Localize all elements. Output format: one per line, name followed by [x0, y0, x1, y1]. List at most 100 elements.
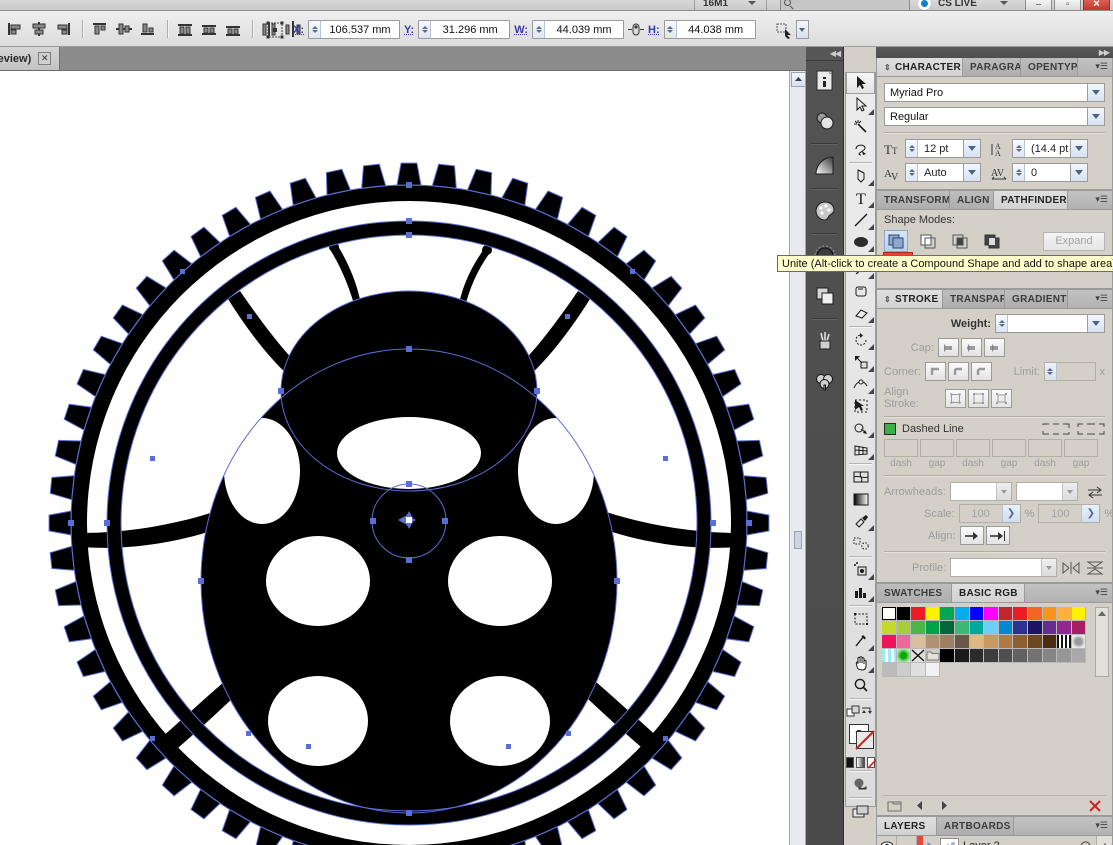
swatch-1-13[interactable] [882, 635, 897, 649]
swatch-3-13[interactable] [911, 663, 926, 677]
swatch-3-3[interactable] [969, 649, 985, 663]
chevron-right-icon[interactable]: ▶▶ [1099, 48, 1110, 57]
swatch-0-3[interactable] [925, 607, 941, 621]
miter-join-button[interactable] [924, 362, 946, 381]
blob-brush-tool[interactable] [846, 280, 875, 302]
tab-transform[interactable]: TRANSFORM [877, 191, 950, 209]
swatch-2-13[interactable] [896, 649, 912, 663]
swatch-1-10[interactable] [1042, 621, 1058, 635]
swatch-1-1[interactable] [911, 621, 926, 635]
gap-field-2[interactable]: gap [992, 439, 1026, 469]
align-center-horizontal-icon[interactable] [28, 18, 50, 40]
flip-profile-vertical-icon[interactable] [1085, 560, 1105, 576]
dash-adjust-icon[interactable] [1077, 423, 1105, 435]
swatches-grid[interactable] [882, 607, 1087, 677]
chevron-down-icon[interactable] [963, 140, 980, 157]
layer-expand-arrow[interactable] [923, 841, 936, 845]
profile-select[interactable] [950, 558, 1057, 577]
swatch-3-10[interactable] [1071, 649, 1087, 663]
swatch-0-4[interactable] [940, 607, 955, 621]
column-graph-tool[interactable] [846, 581, 875, 603]
swatches-scrollbar[interactable] [1095, 607, 1109, 677]
swatch-3-7[interactable] [1027, 649, 1043, 663]
close-button[interactable]: ✕ [1083, 0, 1110, 10]
right-dock-header[interactable]: ▶▶ [876, 47, 1113, 58]
swatch-1-9[interactable] [1027, 621, 1043, 635]
free-transform-tool[interactable] [846, 395, 875, 417]
panel-menu-icon[interactable]: ▾☰ [1095, 195, 1108, 204]
swatch-1-0[interactable] [896, 621, 912, 635]
tab-layers[interactable]: LAYERS [877, 817, 937, 835]
font-style-select[interactable]: Regular [884, 107, 1105, 126]
swatch-1-8[interactable] [1013, 621, 1028, 635]
layers-scrollbar-up[interactable] [1096, 835, 1112, 845]
color-guide-icon[interactable] [806, 191, 844, 231]
blend-tool[interactable] [846, 532, 875, 554]
swatch-0-8[interactable] [998, 607, 1014, 621]
swatch-3-11[interactable] [882, 663, 897, 677]
font-size-field[interactable]: 12 pt [905, 139, 981, 158]
y-field[interactable]: 31.296 mm [418, 20, 511, 39]
swatch-3-5[interactable] [998, 649, 1014, 663]
mesh-tool[interactable] [846, 466, 875, 488]
swatch-2-9[interactable] [1042, 635, 1058, 649]
brushes-icon[interactable] [806, 321, 844, 361]
default-fill-stroke-icon[interactable] [846, 701, 860, 723]
place-arrow-at-end-button[interactable] [985, 526, 1010, 545]
align-top-icon[interactable] [89, 18, 111, 40]
layer-row-1[interactable]: Layer 2 [877, 835, 1112, 845]
none-icon[interactable] [866, 757, 879, 769]
magic-wand-tool[interactable] [846, 116, 875, 138]
selection-tool[interactable] [846, 72, 875, 94]
swatch-0-6[interactable] [969, 607, 985, 621]
next-swatch-icon[interactable] [937, 799, 951, 812]
arrow-scale-start-field[interactable]: 100 ❯ [958, 504, 1021, 523]
cs-live-label[interactable]: CS LIVE [938, 0, 977, 9]
drawing-modes-icon[interactable] [846, 773, 875, 795]
swatch-3-0[interactable] [925, 649, 941, 663]
graphic-styles-icon[interactable] [806, 361, 844, 401]
swatch-2-10[interactable] [1057, 635, 1072, 649]
w-field[interactable]: 44.039 mm [532, 20, 625, 39]
round-cap-button[interactable] [961, 338, 982, 357]
swatch-1-5[interactable] [969, 621, 985, 635]
swatch-2-11[interactable] [1071, 635, 1087, 649]
gradient-tool[interactable] [846, 488, 875, 510]
direct-selection-tool[interactable] [846, 94, 875, 116]
dashed-line-checkbox[interactable] [884, 423, 896, 435]
tracking-stepper[interactable] [1013, 164, 1025, 181]
h-stepper[interactable] [664, 21, 677, 38]
dash-field-2[interactable]: dash [956, 439, 990, 469]
swatch-2-5[interactable] [984, 635, 999, 649]
swatch-0-0[interactable] [882, 607, 897, 621]
scroll-up-button[interactable] [791, 72, 806, 87]
artboard-tool[interactable] [846, 608, 875, 630]
panel-menu-icon[interactable]: ▾☰ [1095, 294, 1108, 303]
document-tab[interactable]: Preview) ✕ [0, 47, 61, 70]
chevron-down-icon[interactable] [1070, 140, 1087, 157]
chevron-down-icon[interactable] [1087, 84, 1104, 101]
kerning-field[interactable]: Auto [905, 163, 981, 182]
miter-limit-field[interactable] [1043, 362, 1096, 381]
constrain-proportions-icon[interactable] [628, 20, 645, 39]
distribute-top-icon[interactable] [174, 18, 196, 40]
align-right-icon[interactable] [52, 18, 74, 40]
align-stroke-inside-button[interactable] [968, 388, 990, 408]
weight-stepper[interactable] [996, 315, 1008, 332]
distribute-bottom-icon[interactable] [222, 18, 244, 40]
scale-stepper-1[interactable]: ❯ [1001, 505, 1020, 522]
swatch-0-12[interactable] [1057, 607, 1072, 621]
eraser-tool[interactable] [846, 302, 875, 324]
gap-field-3[interactable]: gap [1064, 439, 1098, 469]
butt-cap-button[interactable] [938, 338, 959, 357]
gradient-swatch-icon[interactable] [856, 757, 865, 768]
swatch-2-4[interactable] [969, 635, 985, 649]
lasso-tool[interactable] [846, 138, 875, 160]
scale-tool[interactable] [846, 351, 875, 373]
intersect-button[interactable] [948, 230, 972, 252]
swatch-1-14[interactable] [896, 635, 912, 649]
tab-character[interactable]: ⇕ CHARACTER [877, 58, 963, 76]
swatch-2-2[interactable] [940, 635, 955, 649]
pathfinder-icon[interactable] [806, 276, 844, 316]
round-join-button[interactable] [947, 362, 969, 381]
